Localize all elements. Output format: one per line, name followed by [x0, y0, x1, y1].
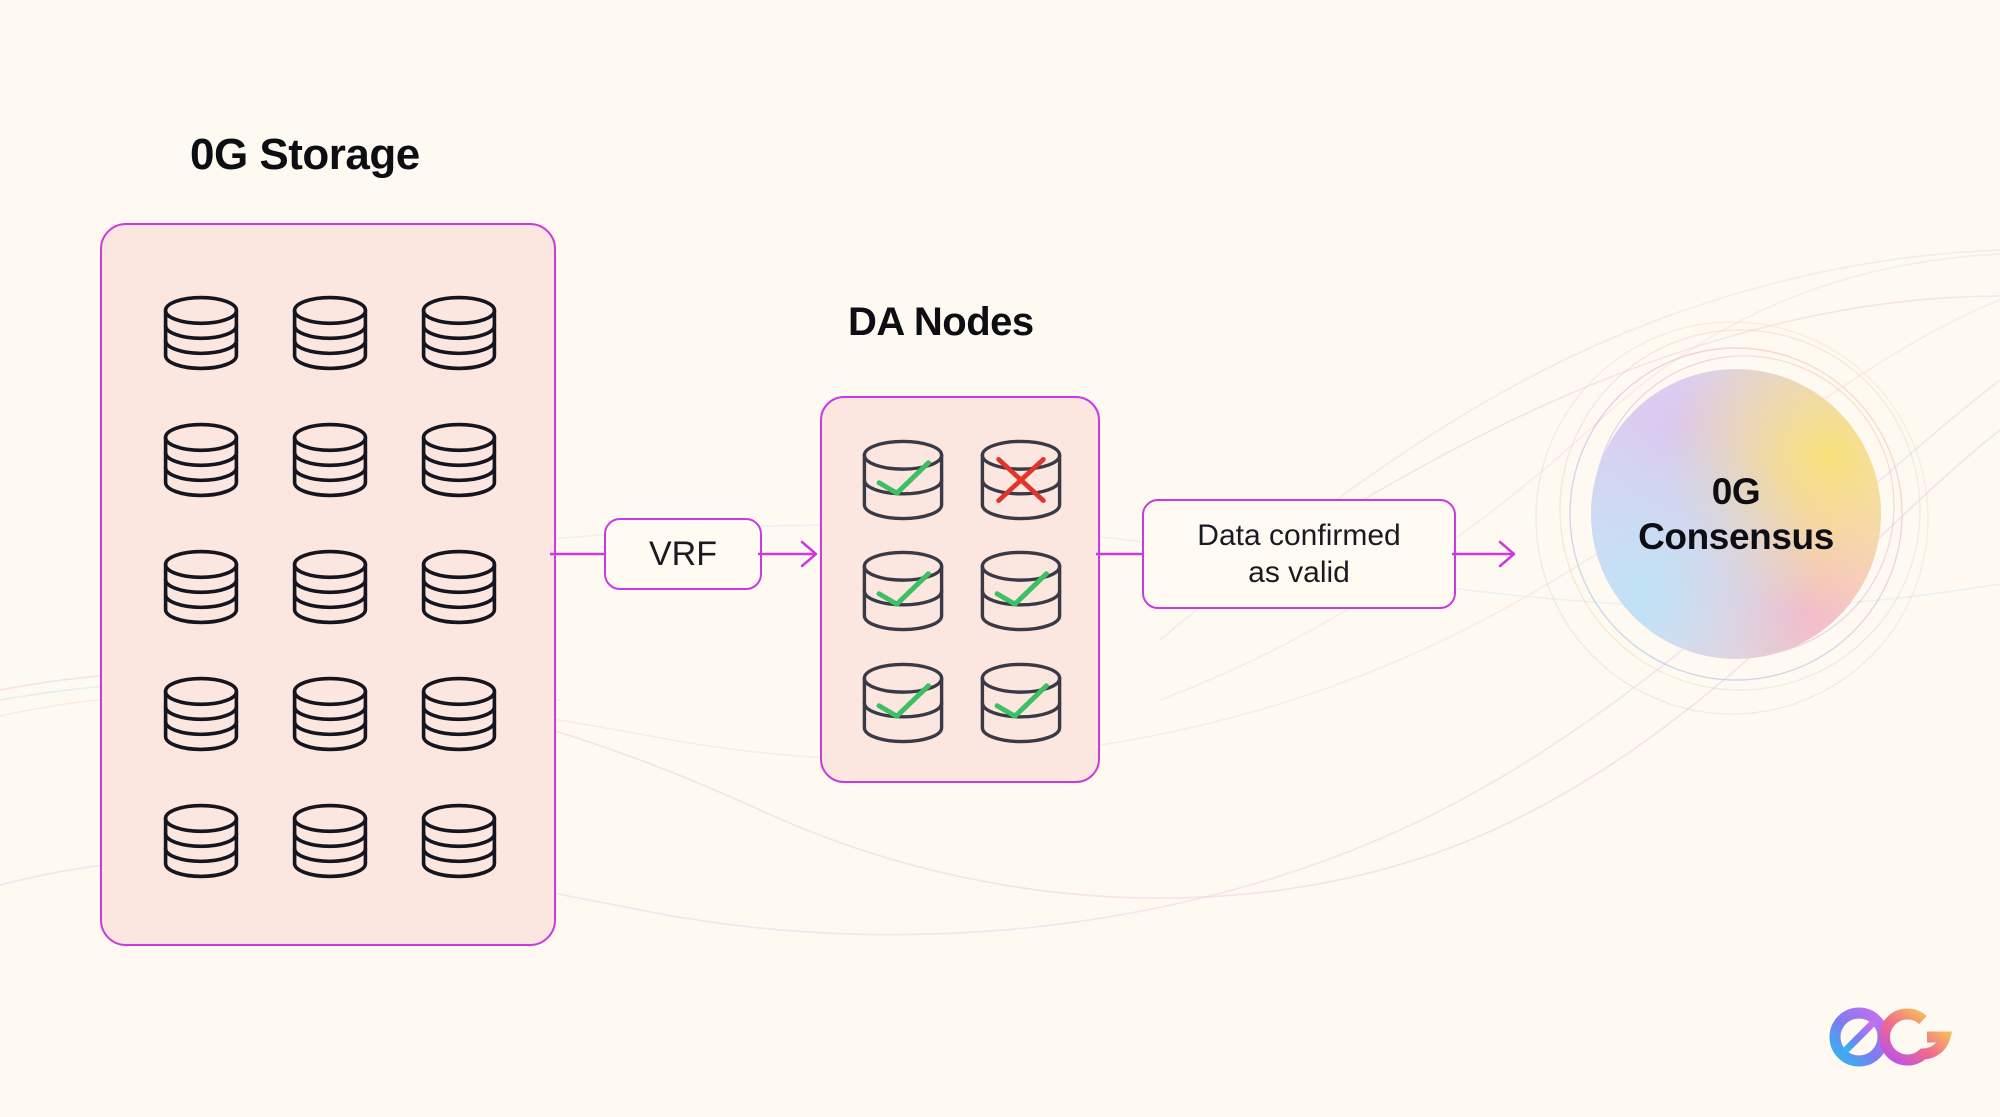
storage-node-cylinder-icon	[291, 421, 369, 499]
storage-node-cylinder-icon	[291, 294, 369, 372]
data-confirmed-line1: Data confirmed	[1197, 518, 1401, 552]
da-node-cylinder-valid-icon	[979, 549, 1063, 633]
da-node-cylinder-valid-icon	[861, 661, 945, 745]
da-nodes-panel	[820, 396, 1100, 783]
storage-node-cylinder-icon	[162, 294, 240, 372]
storage-node-cylinder-icon	[420, 294, 498, 372]
storage-panel	[100, 223, 556, 946]
storage-node-cylinder-icon	[162, 802, 240, 880]
vrf-label: VRF	[649, 534, 717, 573]
da-nodes-section-title: DA Nodes	[848, 300, 1034, 344]
consensus-line2: Consensus	[1638, 516, 1834, 557]
data-confirmed-box[interactable]: Data confirmed as valid	[1142, 499, 1456, 609]
storage-node-cylinder-icon	[291, 675, 369, 753]
storage-node-grid	[102, 225, 558, 948]
consensus-line1: 0G	[1711, 470, 1761, 512]
storage-node-cylinder-icon	[420, 421, 498, 499]
vrf-box[interactable]: VRF	[604, 518, 762, 590]
zerog-brand-logo	[1829, 1007, 1953, 1067]
data-confirmed-line2: as valid	[1248, 556, 1350, 589]
storage-node-cylinder-icon	[162, 548, 240, 626]
storage-node-cylinder-icon	[420, 675, 498, 753]
storage-node-cylinder-icon	[291, 802, 369, 880]
consensus-orb: 0G Consensus	[1591, 369, 1881, 659]
storage-section-title: 0G Storage	[190, 130, 420, 179]
da-node-cylinder-valid-icon	[979, 661, 1063, 745]
storage-node-cylinder-icon	[420, 548, 498, 626]
storage-node-cylinder-icon	[162, 675, 240, 753]
consensus-orb-group: 0G Consensus	[1508, 286, 1964, 742]
diagram-canvas: 0G Storage VRF DA Nodes Data confirmed a…	[0, 0, 2000, 1117]
da-node-grid	[822, 398, 1102, 785]
consensus-label: 0G Consensus	[1638, 469, 1834, 559]
storage-node-cylinder-icon	[420, 802, 498, 880]
logo-zero-mark	[1829, 1007, 1889, 1067]
da-node-cylinder-valid-icon	[861, 549, 945, 633]
storage-node-cylinder-icon	[291, 548, 369, 626]
da-node-cylinder-invalid-icon	[979, 438, 1063, 522]
storage-node-cylinder-icon	[162, 421, 240, 499]
logo-g-mark	[1879, 1008, 1953, 1066]
da-node-cylinder-valid-icon	[861, 438, 945, 522]
